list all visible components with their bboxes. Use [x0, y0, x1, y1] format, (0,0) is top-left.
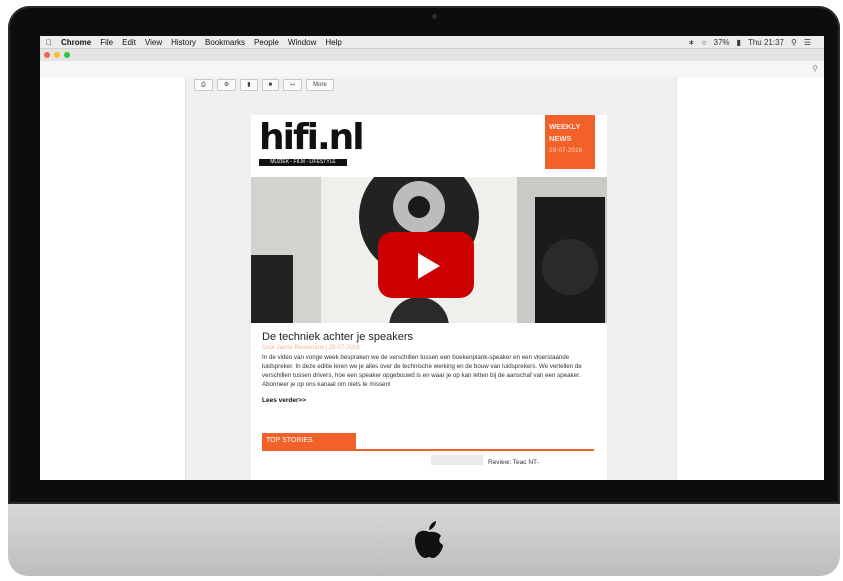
story-thumbnail[interactable] [431, 455, 483, 465]
logo-text: hifi.nl [259, 117, 365, 158]
hifi-logo[interactable]: hifi.nl MUZIEK - FILM - LIFESTYLE [257, 117, 365, 167]
attachment-button[interactable]: ∺ [283, 79, 303, 91]
minimize-window-button[interactable] [54, 52, 60, 58]
screen:  Chrome File Edit View History Bookmark… [40, 36, 824, 480]
read-more-link[interactable]: Lees verder>> [262, 397, 598, 404]
top-stories-header: TOP STORIES [262, 433, 594, 451]
story-title[interactable]: Review: Teac NT- [488, 459, 539, 466]
weekly-label: WEEKLY [549, 122, 581, 131]
window-titlebar [40, 49, 824, 61]
apple-icon[interactable]:  [46, 38, 52, 47]
close-window-button[interactable] [44, 52, 50, 58]
print-button[interactable]: ⎙ [194, 79, 213, 91]
folder-button[interactable]: ■ [261, 79, 280, 91]
zoom-window-button[interactable] [64, 52, 70, 58]
mail-column: ⎙ ⚙ ▮ ■ ∺ More hifi.nl MUZIEK - FILM - L… [185, 77, 677, 480]
notification-list-icon[interactable]: ☰ [804, 38, 811, 47]
menu-people[interactable]: People [254, 38, 279, 47]
camera [432, 14, 437, 19]
play-button[interactable] [378, 232, 474, 298]
menu-view[interactable]: View [145, 38, 162, 47]
settings-button[interactable]: ⚙ [216, 79, 237, 91]
article: De techniek achter je speakers Door Jami… [262, 331, 598, 404]
wifi-icon[interactable]: ○ [702, 38, 707, 47]
article-body: In de video van vorige week bespraken we… [262, 354, 582, 388]
battery-percent: 37% [713, 37, 730, 47]
newsletter: hifi.nl MUZIEK - FILM - LIFESTYLE WEEKLY… [251, 115, 607, 480]
search-icon[interactable]: ⚲ [812, 64, 818, 73]
imac:  Chrome File Edit View History Bookmark… [8, 6, 840, 576]
spotlight-search-icon[interactable]: ⚲ [791, 38, 797, 47]
bluetooth-icon[interactable]: ∗ [688, 38, 695, 47]
imac-chin [8, 504, 840, 576]
address-bar[interactable]: ⚲ [40, 61, 824, 78]
top-stories-label: TOP STORIES [262, 433, 356, 449]
display-bezel:  Chrome File Edit View History Bookmark… [8, 6, 840, 504]
menu-bar:  Chrome File Edit View History Bookmark… [40, 36, 824, 49]
menu-edit[interactable]: Edit [122, 38, 136, 47]
menu-history[interactable]: History [171, 38, 196, 47]
menu-help[interactable]: Help [325, 38, 341, 47]
article-title[interactable]: De techniek achter je speakers [262, 331, 598, 343]
article-meta: Door Jamie Biesemans | 28-07-2016 [262, 345, 360, 351]
news-label: NEWS [549, 134, 572, 143]
apple-logo-icon [415, 521, 443, 558]
more-button[interactable]: More [306, 79, 334, 91]
menu-bookmarks[interactable]: Bookmarks [205, 38, 245, 47]
page-viewport: ⎙ ⚙ ▮ ■ ∺ More hifi.nl MUZIEK - FILM - L… [40, 77, 824, 480]
battery-icon[interactable]: ▮ [737, 38, 741, 47]
weekly-news-badge: WEEKLY NEWS 29-07-2016 [545, 115, 595, 169]
menu-chrome[interactable]: Chrome [61, 38, 91, 47]
play-icon [418, 253, 440, 279]
logo-tagline: MUZIEK - FILM - LIFESTYLE [259, 159, 347, 166]
clock[interactable]: Thu 21:37 [748, 38, 784, 47]
menu-file[interactable]: File [100, 38, 113, 47]
issue-date: 29-07-2016 [549, 147, 583, 154]
trash-button[interactable]: ▮ [240, 79, 258, 91]
menu-window[interactable]: Window [288, 38, 316, 47]
mail-toolbar: ⎙ ⚙ ▮ ■ ∺ More [194, 79, 334, 91]
video-thumbnail[interactable] [251, 177, 607, 323]
status-area: ∗ ○ 37% ▮ Thu 21:37 ⚲ ☰ [688, 38, 818, 47]
